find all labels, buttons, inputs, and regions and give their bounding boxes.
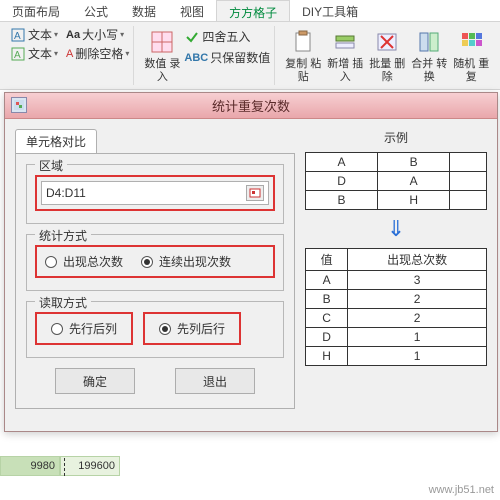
ribbon-group-mid: 数值 录入 四舍五入 ABC 只保留数值 xyxy=(138,26,275,85)
merge-btn[interactable]: 合并 转换 xyxy=(409,26,449,85)
range-picker-icon[interactable] xyxy=(246,185,264,201)
chevron-down-icon: ▾ xyxy=(54,30,58,39)
watermark: www.jb51.net xyxy=(429,484,494,496)
keep-numeric-btn[interactable]: ABC 只保留数值 xyxy=(184,49,270,66)
text-btn-1[interactable]: A 文本▾ Aa 大小写▾ xyxy=(10,26,129,43)
delete-icon xyxy=(373,28,401,56)
merge-icon xyxy=(415,28,443,56)
cancel-button[interactable]: 退出 xyxy=(175,368,255,394)
text-btn-2[interactable]: A 文本▾ A 删除空格▾ xyxy=(10,45,129,62)
region-legend: 区域 xyxy=(35,157,67,174)
chevron-down-icon: ▾ xyxy=(54,49,58,58)
clipboard-icon xyxy=(289,28,317,56)
cell-selected[interactable]: 9980 xyxy=(0,456,60,476)
text-icon: A xyxy=(10,46,26,62)
method-legend: 统计方式 xyxy=(35,227,91,244)
read-fieldset: 读取方式 先行后列 先列后行 xyxy=(26,301,284,358)
svg-text:A: A xyxy=(14,31,21,42)
ribbon-group-text: A 文本▾ Aa 大小写▾ A 文本▾ A 删除空格▾ xyxy=(6,26,134,85)
radio-row-first[interactable]: 先行后列 xyxy=(51,320,117,337)
ribbon-tab-diy[interactable]: DIY工具箱 xyxy=(290,0,370,21)
batch-delete-btn[interactable]: 批量 删除 xyxy=(367,26,407,85)
round-btn[interactable]: 四舍五入 xyxy=(184,28,270,45)
ribbon-group-edit: 复制 粘贴 新增 插入 批量 删除 合并 转换 随机 重复 xyxy=(279,26,495,85)
chevron-down-icon: ▾ xyxy=(125,49,129,58)
cell[interactable]: 199600 xyxy=(60,456,120,476)
random-btn[interactable]: 随机 重复 xyxy=(451,26,491,85)
range-input[interactable]: D4:D11 xyxy=(41,181,269,205)
range-value: D4:D11 xyxy=(46,186,86,200)
ribbon-tab-ffgz[interactable]: 方方格子 xyxy=(216,0,290,21)
ribbon-tab-layout[interactable]: 页面布局 xyxy=(0,0,72,21)
grid-icon xyxy=(148,28,176,56)
dialog-title: 统计重复次数 xyxy=(212,96,290,115)
ribbon-tabs: 页面布局 公式 数据 视图 方方格子 DIY工具箱 xyxy=(0,0,500,22)
count-duplicates-dialog: 统计重复次数 单元格对比 区域 D4:D11 统计方式 出 xyxy=(4,92,498,432)
radio-consecutive-occurrences[interactable]: 连续出现次数 xyxy=(141,253,231,270)
example-output-table: 值出现总次数 A3 B2 C2 D1 H1 xyxy=(305,248,487,366)
add-row-icon xyxy=(331,28,359,56)
check-icon xyxy=(184,29,200,45)
count-input-btn[interactable]: 数值 录入 xyxy=(142,26,182,85)
selection-marquee xyxy=(64,458,66,476)
ribbon-body: A 文本▾ Aa 大小写▾ A 文本▾ A 删除空格▾ 数值 录入 四舍五入 A… xyxy=(0,22,500,90)
ribbon-tab-formula[interactable]: 公式 xyxy=(72,0,120,21)
tab-cell-compare[interactable]: 单元格对比 xyxy=(15,129,97,153)
radio-col-first[interactable]: 先列后行 xyxy=(159,320,225,337)
read-legend: 读取方式 xyxy=(35,294,91,311)
text-icon: A xyxy=(10,27,26,43)
add-insert-btn[interactable]: 新增 插入 xyxy=(325,26,365,85)
region-fieldset: 区域 D4:D11 xyxy=(26,164,284,224)
chevron-down-icon: ▾ xyxy=(120,30,124,39)
example-title: 示例 xyxy=(305,129,487,146)
app-icon xyxy=(11,97,27,113)
dialog-titlebar[interactable]: 统计重复次数 xyxy=(5,93,497,119)
arrow-down-icon: ⇓ xyxy=(305,216,487,242)
radio-total-occurrences[interactable]: 出现总次数 xyxy=(45,253,123,270)
color-grid-icon xyxy=(457,28,485,56)
method-fieldset: 统计方式 出现总次数 连续出现次数 xyxy=(26,234,284,291)
ribbon-tab-view[interactable]: 视图 xyxy=(168,0,216,21)
copy-paste-btn[interactable]: 复制 粘贴 xyxy=(283,26,323,85)
svg-text:A: A xyxy=(14,50,21,61)
ribbon-tab-data[interactable]: 数据 xyxy=(120,0,168,21)
example-input-table: AB DA BH xyxy=(305,152,487,210)
ok-button[interactable]: 确定 xyxy=(55,368,135,394)
sheet-row: 9980 199600 xyxy=(0,456,120,478)
